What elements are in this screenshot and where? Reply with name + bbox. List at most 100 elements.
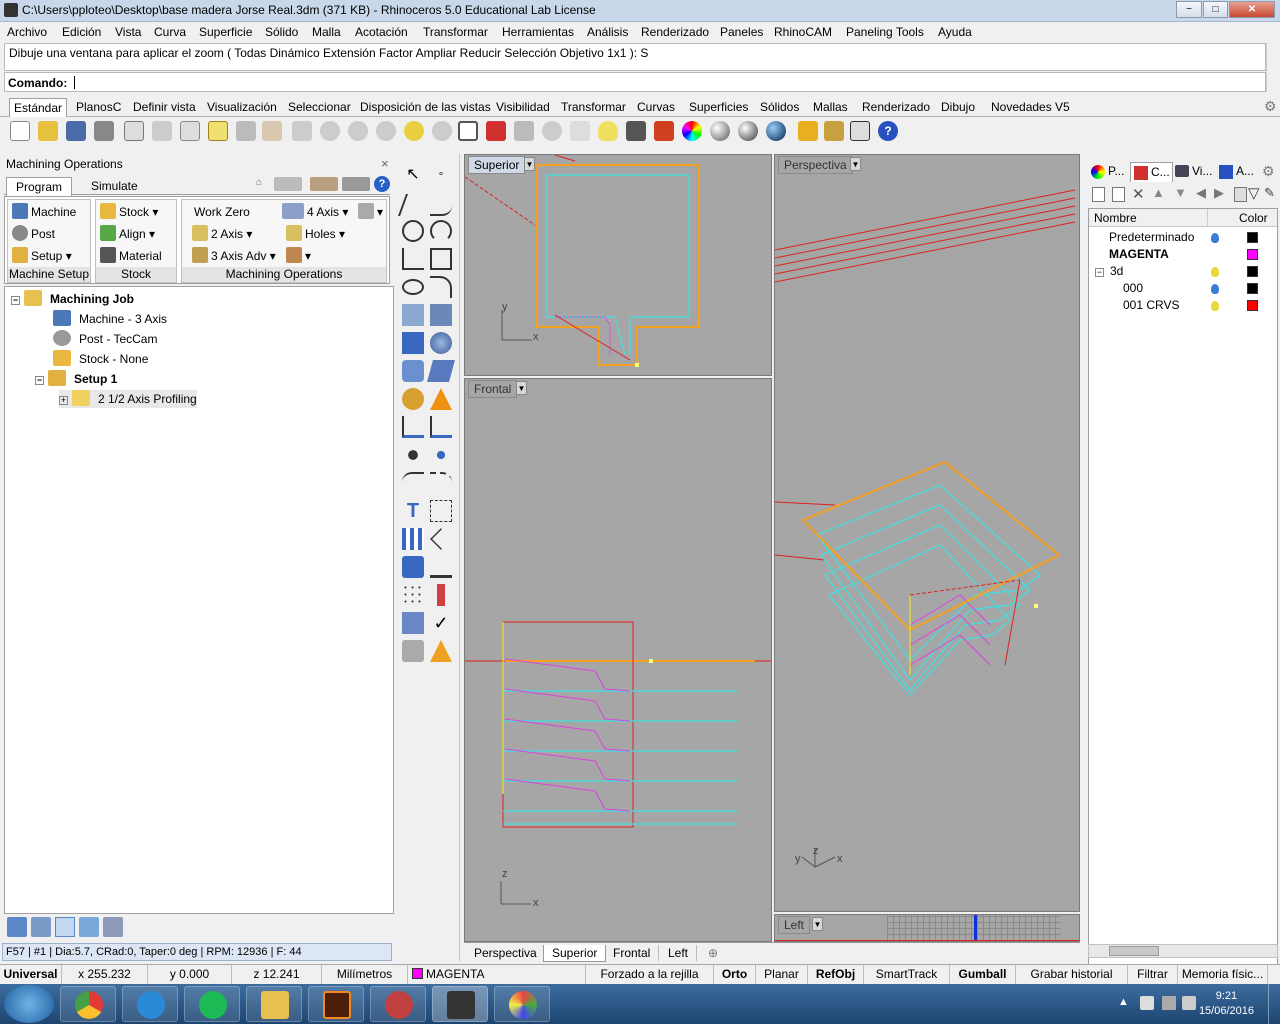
taskbar-chrome[interactable] [60, 986, 116, 1022]
view-tab-left[interactable]: Left [660, 945, 698, 961]
rectangle-icon[interactable] [430, 248, 452, 270]
status-gumball[interactable]: Gumball [950, 965, 1016, 985]
add-view-tab-icon[interactable]: ⊕ [700, 945, 726, 961]
menu-rhinocam[interactable]: RhinoCAM [774, 25, 832, 39]
clock[interactable]: 9:21 15/06/2016 [1199, 989, 1254, 1019]
2-axis-button[interactable]: 2 Axis ▾ [192, 224, 252, 244]
tree-item-machine[interactable]: Machine - 3 Axis [53, 310, 167, 328]
move-up-icon[interactable]: ▲ [1152, 185, 1165, 200]
car-icon[interactable] [486, 121, 506, 141]
post-button[interactable]: Post [12, 224, 55, 244]
gear-tool-icon[interactable] [402, 388, 424, 410]
curve-icon[interactable] [430, 194, 452, 216]
menu-curva[interactable]: Curva [154, 25, 186, 39]
visible-bulb-icon[interactable] [1211, 267, 1219, 277]
tab-program[interactable]: Program [6, 177, 73, 197]
tree-item-stock[interactable]: Stock - None [53, 350, 148, 368]
status-history[interactable]: Grabar historial [1016, 965, 1128, 985]
box-icon[interactable] [402, 332, 424, 354]
move-left-icon[interactable]: ◀ [1196, 185, 1206, 201]
flag-icon[interactable] [1162, 996, 1176, 1010]
cut-icon[interactable] [152, 121, 172, 141]
minimize-button[interactable]: − [1176, 1, 1202, 18]
print-icon[interactable] [94, 121, 114, 141]
tab-definir-vista[interactable]: Definir vista [133, 100, 196, 114]
paint-icon[interactable] [430, 640, 452, 662]
rendered-sphere-icon[interactable] [766, 121, 786, 141]
toolbar-settings-gear-icon[interactable]: ⚙ [1264, 98, 1277, 115]
collapse-toggle[interactable]: − [11, 296, 20, 305]
split-icon[interactable] [430, 416, 452, 438]
menu-paneles[interactable]: Paneles [720, 25, 763, 39]
visible-bulb-icon[interactable] [1211, 233, 1219, 243]
tab-solidos[interactable]: Sólidos [760, 100, 799, 114]
column-name[interactable]: Nombre [1094, 211, 1137, 225]
transform-icon[interactable] [430, 500, 452, 522]
visible-bulb-icon[interactable] [1211, 284, 1219, 294]
filter-icon[interactable] [798, 121, 818, 141]
status-cplane[interactable]: Universal [0, 965, 62, 985]
tools-dropdown-icon[interactable] [310, 177, 338, 191]
dimension-tool-icon[interactable] [430, 528, 452, 550]
select-arrow-icon[interactable]: ↖ [402, 164, 424, 186]
layer-row-3d[interactable]: −3d [1095, 263, 1123, 280]
4-axis-button[interactable]: 4 Axis ▾ [282, 202, 348, 222]
menu-transformar[interactable]: Transformar [423, 25, 488, 39]
taskbar-snipping[interactable] [370, 986, 426, 1022]
view-tab-perspectiva[interactable]: Perspectiva [466, 945, 546, 961]
tab-visibilidad[interactable]: Visibilidad [496, 100, 550, 114]
menu-renderizado[interactable]: Renderizado [641, 25, 709, 39]
surface-icon[interactable] [402, 304, 424, 326]
tab-help[interactable]: A... [1216, 162, 1256, 182]
delete-layer-icon[interactable]: ✕ [1132, 185, 1145, 203]
menu-archivo[interactable]: Archivo [7, 25, 47, 39]
menu-analisis[interactable]: Análisis [587, 25, 628, 39]
status-planar[interactable]: Planar [756, 965, 808, 985]
menu-ayuda[interactable]: Ayuda [938, 25, 972, 39]
fillet-icon[interactable] [430, 276, 452, 298]
visible-bulb-icon[interactable] [1211, 301, 1219, 311]
tree-item-machining-job[interactable]: − Machining Job [11, 290, 134, 308]
viewport-perspective[interactable]: Perspectiva ▼ z x y [774, 154, 1080, 912]
view-tab-superior[interactable]: Superior [543, 945, 607, 962]
taskbar-ie[interactable] [122, 986, 178, 1022]
close-button[interactable]: ✕ [1229, 1, 1275, 18]
viewport-menu-chevron-down-icon[interactable]: ▼ [516, 381, 527, 395]
network-icon[interactable] [1140, 996, 1154, 1010]
save-icon[interactable] [66, 121, 86, 141]
tab-dibujo[interactable]: Dibujo [941, 100, 975, 114]
color-wheel-icon[interactable] [682, 121, 702, 141]
status-ortho[interactable]: Orto [714, 965, 756, 985]
viewport-left[interactable]: Left ▼ [774, 914, 1080, 942]
status-smarttrack[interactable]: SmartTrack [864, 965, 950, 985]
zoom-window-icon[interactable] [348, 121, 368, 141]
menu-herramientas[interactable]: Herramientas [502, 25, 574, 39]
status-osnap[interactable]: RefObj [808, 965, 864, 985]
collapse-ribbon-icon[interactable]: ⌂ [256, 177, 266, 189]
move-down-icon[interactable]: ▼ [1174, 185, 1187, 200]
layer-color-swatch[interactable] [1247, 300, 1258, 311]
tool-library-icon[interactable] [31, 917, 51, 937]
import-icon[interactable] [124, 121, 144, 141]
text-tool-icon[interactable]: T [402, 500, 424, 522]
layer-row-magenta[interactable]: MAGENTA [1109, 246, 1169, 263]
open-folder-icon[interactable] [38, 121, 58, 141]
cylinder-icon[interactable] [402, 360, 424, 382]
view-tab-frontal[interactable]: Frontal [605, 945, 660, 961]
tab-properties[interactable]: P... [1088, 162, 1126, 182]
check-icon[interactable]: ✓ [430, 612, 452, 634]
taskbar-illustrator[interactable] [308, 986, 364, 1022]
explode-icon[interactable] [430, 388, 452, 410]
taskbar-paint[interactable] [494, 986, 550, 1022]
menu-acotacion[interactable]: Acotación [355, 25, 408, 39]
select-icon[interactable] [570, 121, 590, 141]
tab-novedades-v5[interactable]: Novedades V5 [991, 100, 1070, 114]
align-button[interactable]: Align ▾ [100, 224, 155, 244]
blend-icon[interactable] [430, 472, 452, 494]
more-ops-button[interactable]: ▾ [358, 202, 383, 222]
group-icon[interactable] [430, 444, 452, 466]
layer-row-predeterminado[interactable]: Predeterminado [1109, 229, 1194, 246]
viewport-top[interactable]: Superior ▼ y x [464, 154, 772, 376]
layer-color-swatch[interactable] [1247, 249, 1258, 260]
layer-color-swatch[interactable] [1247, 283, 1258, 294]
